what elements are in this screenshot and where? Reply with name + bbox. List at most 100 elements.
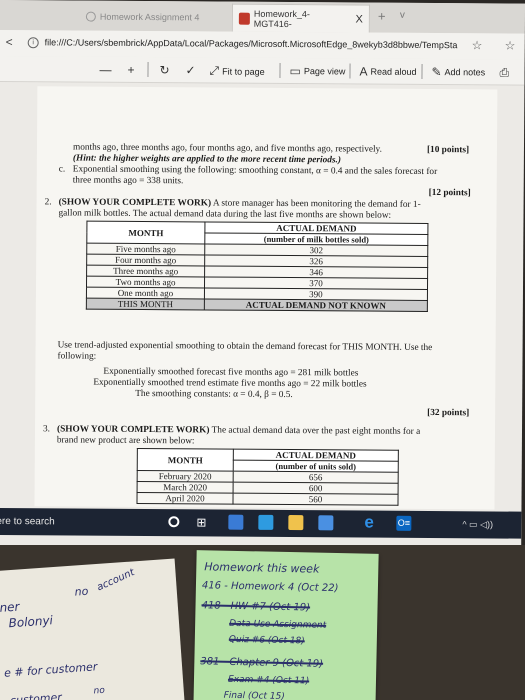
handwritten-text: Data Use Assignment — [229, 618, 327, 631]
handwritten-text: Quiz #6 (Oct 18) — [228, 634, 305, 647]
divider — [349, 63, 351, 79]
fit-page-icon: ⤢ — [209, 63, 220, 78]
column-header: MONTH — [137, 448, 234, 472]
note-pen-icon: ✎ — [431, 65, 442, 80]
bold-label: (SHOW YOUR COMPLETE WORK) — [58, 197, 212, 209]
doc-text: following: — [57, 351, 97, 362]
doc-text: The smoothing constants: α = 0.4, β = 0.… — [135, 388, 293, 401]
tab-label: Homework Assignment 4 — [99, 11, 200, 23]
pdf-icon — [238, 12, 250, 25]
office-icon[interactable]: O≡ — [396, 515, 412, 531]
points-label: [12 points] — [428, 187, 471, 199]
plus-icon: + — [127, 62, 135, 77]
print-button[interactable]: ⎙ — [499, 65, 509, 80]
column-header: MONTH — [86, 221, 205, 244]
table-cell: ACTUAL DEMAND NOT KNOWN — [204, 298, 428, 312]
divider — [279, 62, 281, 78]
star-icon[interactable]: ☆ — [472, 38, 483, 52]
pdf-toolbar: — + ↻ ✓ ⤢ Fit to page ▭ Page view A Read al… — [0, 55, 525, 86]
handwritten-text: Final (Oct 15) — [223, 690, 285, 700]
fit-to-page-label: Fit to page — [222, 66, 265, 77]
browser-tab-bar: Homework Assignment 4 Homework_4-MGT416-… — [0, 0, 525, 34]
doc-text: Use trend-adjusted exponential smoothing… — [57, 340, 433, 354]
doc-text: gallon milk bottles. The actual demand d… — [58, 208, 392, 221]
handwritten-text: 381 - Chapter 9 (Oct 19) — [200, 656, 324, 670]
address-bar: < i file:///C:/Users/sbembrick/AppData/L… — [0, 29, 525, 60]
handwritten-paper: ner no account Bolonyi e # for customer … — [0, 558, 186, 700]
doc-text: A store manager has been monitoring the … — [212, 198, 421, 210]
file-explorer-icon[interactable] — [288, 515, 304, 531]
taskbar-app-icon[interactable] — [318, 515, 334, 531]
question-number: 2. — [44, 197, 52, 208]
table-row: April 2020 560 — [136, 492, 399, 506]
handwritten-text: no — [74, 584, 89, 599]
read-aloud-button[interactable]: A Read aloud — [359, 65, 416, 79]
fit-to-page-button[interactable]: ⤢ Fit to page — [209, 63, 264, 78]
table-cell: April 2020 — [136, 492, 234, 505]
info-icon[interactable]: i — [27, 37, 39, 49]
bold-label: (SHOW YOUR COMPLETE WORK) — [56, 424, 210, 436]
edge-icon[interactable]: e — [364, 513, 374, 533]
pdf-page: months ago, three months ago, four month… — [34, 86, 498, 510]
handwritten-text: 416 - Homework 4 (Oct 22) — [201, 580, 339, 595]
table-cell: Two months ago — [86, 276, 205, 288]
chevron-down-icon[interactable]: v — [400, 10, 405, 21]
minus-icon: — — [99, 62, 112, 77]
doc-text: The actual demand data over the past eig… — [211, 425, 421, 437]
tab-homework-assignment[interactable]: Homework Assignment 4 — [80, 3, 225, 32]
read-aloud-label: Read aloud — [370, 66, 417, 77]
item-label: c. — [58, 164, 66, 175]
zoom-in-button[interactable]: + — [127, 63, 134, 77]
windows-taskbar: ere to search ⊞ e O≡ ^ ▭ ◁)) — [0, 507, 522, 539]
tab-label: Homework_4-MGT416- — [253, 8, 310, 29]
page-view-label: Page view — [303, 66, 346, 77]
handwritten-text: Bolonyi — [8, 613, 54, 631]
sticky-note: Homework this week 416 - Homework 4 (Oct… — [193, 550, 379, 700]
tab-homework-pdf[interactable]: Homework_4-MGT416- X — [231, 3, 370, 33]
points-label: [32 points] — [427, 407, 470, 419]
rotate-button[interactable]: ↻ — [159, 63, 169, 77]
favorites-icon[interactable]: ☆ — [505, 39, 516, 53]
close-icon[interactable]: X — [355, 13, 362, 25]
rotate-icon: ↻ — [159, 63, 170, 78]
table-cell: Four months ago — [86, 254, 205, 266]
table-cell: Three months ago — [86, 265, 205, 277]
product-demand-table: MONTH ACTUAL DEMAND (number of units sol… — [136, 448, 399, 506]
system-tray[interactable]: ^ ▭ ◁)) — [462, 519, 493, 530]
table-cell: February 2020 — [137, 470, 234, 483]
table-cell: March 2020 — [137, 481, 234, 494]
print-icon: ⎙ — [499, 65, 510, 80]
taskbar-app-icon[interactable] — [228, 514, 244, 530]
taskbar-search[interactable]: ere to search — [0, 516, 55, 527]
table-cell: 560 — [232, 493, 399, 506]
handwritten-text: no — [93, 685, 106, 697]
add-notes-label: Add notes — [444, 67, 486, 78]
globe-icon — [85, 11, 96, 22]
table-cell: THIS MONTH — [86, 298, 205, 310]
monitor-screen: Homework Assignment 4 Homework_4-MGT416-… — [0, 0, 525, 549]
new-tab-button[interactable]: + — [378, 9, 386, 24]
back-button[interactable]: < — [6, 35, 13, 49]
handwritten-text: Exam #4 (Oct 11) — [227, 674, 310, 687]
table-cell: Five months ago — [86, 243, 205, 255]
handwritten-text: account — [95, 567, 137, 594]
table-cell: One month ago — [86, 287, 205, 299]
milk-demand-table: MONTH ACTUAL DEMAND (number of milk bott… — [86, 221, 429, 312]
table-row: THIS MONTH ACTUAL DEMAND NOT KNOWN — [86, 298, 428, 312]
handwritten-text: customer — [9, 690, 63, 700]
divider — [147, 62, 149, 78]
table-header-row: MONTH ACTUAL DEMAND — [137, 448, 399, 472]
points-label: [10 points] — [426, 144, 470, 156]
task-view-icon[interactable]: ⊞ — [196, 515, 206, 529]
pen-icon: ✓ — [185, 63, 196, 78]
doc-text: brand new product are shown below: — [56, 435, 195, 447]
question-number: 3. — [42, 424, 51, 435]
taskbar-app-icon[interactable] — [258, 514, 274, 530]
add-notes-button[interactable]: ✎ Add notes — [431, 65, 485, 79]
url-field[interactable]: file:///C:/Users/sbembrick/AppData/Local… — [45, 37, 475, 50]
draw-button[interactable]: ✓ — [185, 63, 195, 77]
cortana-icon[interactable] — [168, 516, 180, 528]
page-view-button[interactable]: ▭ Page view — [289, 64, 345, 78]
zoom-out-button[interactable]: — — [99, 63, 111, 77]
handwritten-text: e # for customer — [3, 660, 98, 680]
